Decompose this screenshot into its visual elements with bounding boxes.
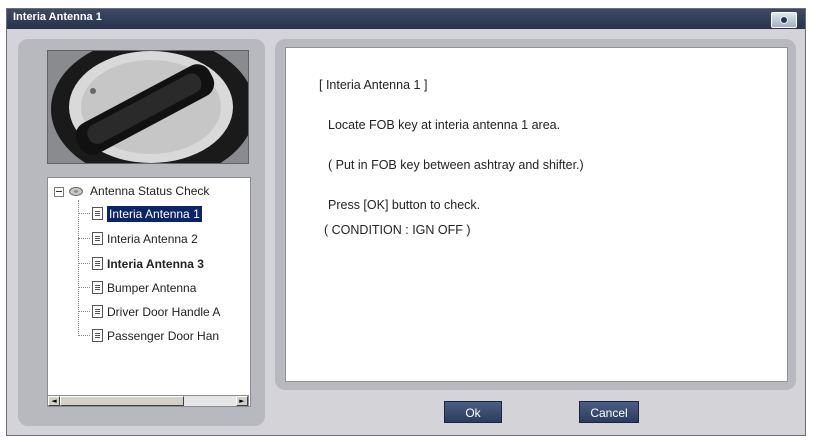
- right-panel: [ Interia Antenna 1 ] Locate FOB key at …: [275, 39, 796, 390]
- document-icon: [92, 305, 103, 319]
- document-icon: [92, 281, 103, 295]
- tree-root[interactable]: Antenna Status Check: [54, 184, 209, 198]
- tree-item-passenger-door-handle[interactable]: Passenger Door Han: [78, 328, 219, 346]
- document-icon: [92, 257, 103, 271]
- tree-item-label: Driver Door Handle A: [107, 304, 221, 319]
- title-bar: Interia Antenna 1: [7, 9, 805, 29]
- tree-item-label: Bumper Antenna: [107, 280, 197, 295]
- left-panel: Antenna Status Check Interia Antenna 1 I…: [18, 39, 265, 426]
- document-icon: [92, 232, 103, 246]
- tree-root-label: Antenna Status Check: [90, 184, 210, 198]
- tree-item-driver-door-handle[interactable]: Driver Door Handle A: [78, 304, 220, 322]
- document-icon: [92, 207, 103, 221]
- tree-item-bumper-antenna[interactable]: Bumper Antenna: [78, 280, 196, 298]
- dialog-window: Interia Antenna 1 Antenna Status Check I…: [6, 8, 806, 436]
- instruction-heading: [ Interia Antenna 1 ]: [319, 78, 428, 92]
- tree-item-label: Passenger Door Han: [107, 328, 220, 343]
- tree-item-label: Interia Antenna 1: [107, 205, 202, 222]
- document-icon: [92, 329, 103, 343]
- ignition-key-image: [47, 50, 249, 164]
- disk-icon: [69, 187, 84, 197]
- tree-item-interia-antenna-2[interactable]: Interia Antenna 2: [78, 231, 198, 249]
- instruction-box: [ Interia Antenna 1 ] Locate FOB key at …: [285, 47, 788, 382]
- instruction-line-3: Press [OK] button to check.: [328, 198, 481, 212]
- camera-icon[interactable]: [771, 12, 797, 28]
- tree-item-interia-antenna-1[interactable]: Interia Antenna 1: [78, 205, 202, 224]
- scrollbar-thumb[interactable]: [60, 396, 184, 406]
- arrow-right-icon[interactable]: ►: [236, 396, 248, 406]
- antenna-tree: Antenna Status Check Interia Antenna 1 I…: [47, 177, 251, 407]
- ok-button[interactable]: Ok: [444, 401, 502, 423]
- arrow-left-icon[interactable]: ◄: [48, 396, 60, 406]
- tree-item-label: Interia Antenna 2: [107, 231, 198, 246]
- instruction-line-2: ( Put in FOB key between ashtray and shi…: [328, 158, 584, 172]
- ignition-switch-photo: [48, 51, 248, 163]
- horizontal-scrollbar[interactable]: ◄ ►: [47, 395, 249, 407]
- condition-text: ( CONDITION : IGN OFF ): [324, 223, 471, 237]
- cancel-button[interactable]: Cancel: [579, 401, 639, 423]
- instruction-line-1: Locate FOB key at interia antenna 1 area…: [328, 118, 561, 132]
- tree-item-label: Interia Antenna 3: [107, 256, 204, 271]
- tree-item-interia-antenna-3[interactable]: Interia Antenna 3: [78, 256, 204, 274]
- collapse-icon[interactable]: [54, 186, 64, 197]
- window-title: Interia Antenna 1: [13, 11, 102, 23]
